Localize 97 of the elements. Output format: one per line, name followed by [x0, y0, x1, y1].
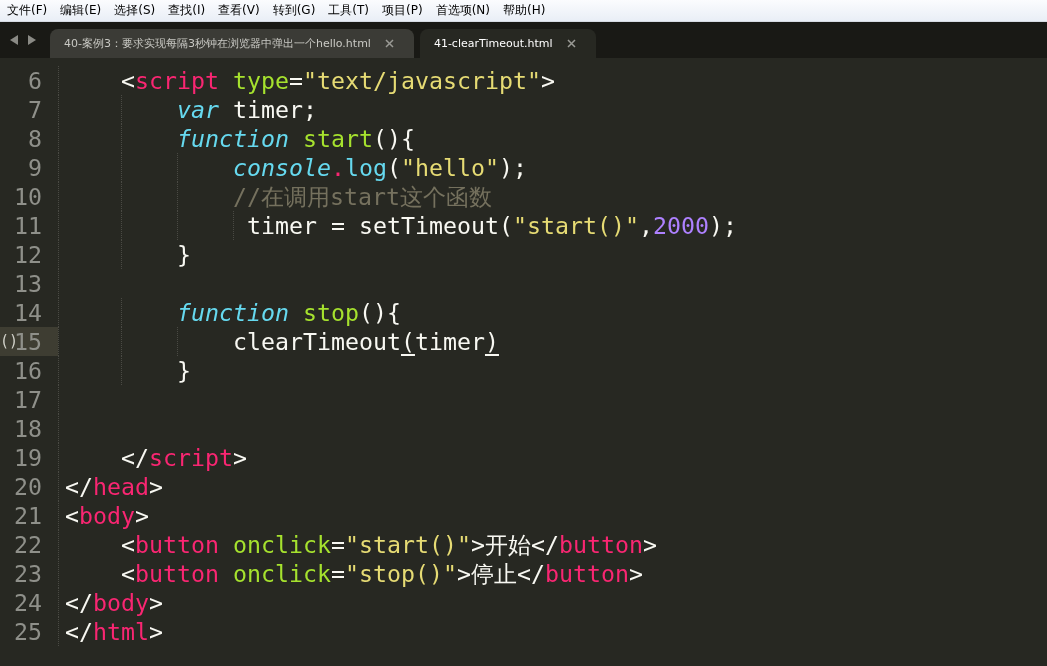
code-token: >开始</: [470, 531, 559, 558]
code-token: "start()": [512, 212, 639, 239]
code-token: </: [65, 589, 93, 616]
code-token: =: [331, 560, 345, 587]
code-token: "text/javascript": [303, 67, 541, 94]
code-token: .: [330, 154, 345, 181]
code-token: var: [177, 96, 219, 123]
line-number: 16: [13, 356, 43, 385]
code-token: );: [498, 154, 527, 181]
code-token: html: [93, 618, 149, 645]
code-token: </: [65, 473, 93, 500]
close-icon[interactable]: [566, 39, 576, 48]
code-token: }: [177, 241, 191, 268]
menu-item[interactable]: 首选项(N): [435, 2, 490, 19]
code-token: >: [149, 589, 163, 616]
code-token: button: [135, 560, 219, 587]
menu-item[interactable]: 查找(I): [168, 2, 206, 19]
close-icon[interactable]: [384, 39, 394, 48]
code-token: );: [708, 212, 737, 239]
line-number: 13: [13, 269, 43, 298]
code-token: >停止</: [456, 560, 545, 587]
code-token: <: [121, 67, 135, 94]
code-token: (){: [358, 299, 401, 326]
code-token: timer = setTimeout(: [247, 212, 513, 239]
code-token: ,: [638, 212, 653, 239]
code-token: console: [233, 154, 331, 181]
code-token: script: [135, 67, 219, 94]
menu-item[interactable]: 工具(T): [328, 2, 370, 19]
line-number: 25: [13, 617, 43, 646]
code-token: button: [558, 531, 643, 558]
code-token: =: [289, 67, 303, 94]
code-token: start: [302, 125, 373, 152]
line-number: 8: [27, 124, 43, 153]
menu-item[interactable]: 文件(F): [7, 2, 48, 19]
line-number: 11: [13, 211, 43, 240]
code-token: (: [400, 328, 415, 355]
code-token: ): [484, 328, 499, 355]
code-token: (: [386, 154, 401, 181]
line-number: 23: [13, 559, 43, 588]
code-token: "stop()": [345, 560, 457, 587]
line-number: 7: [27, 95, 43, 124]
code-token: head: [93, 473, 149, 500]
file-tab[interactable]: 41-clearTimeout.html: [419, 29, 596, 58]
line-number: 10: [13, 182, 43, 211]
code-token: >: [233, 444, 247, 471]
code-token: <: [121, 560, 135, 587]
code-token: <: [121, 531, 135, 558]
code-token: >: [540, 67, 555, 94]
menu-item[interactable]: 项目(P): [382, 2, 423, 19]
code-token: >: [149, 473, 163, 500]
code-token: 2000: [652, 212, 709, 239]
line-number: 12: [13, 240, 43, 269]
code-comment: //在调用start这个函数: [233, 183, 492, 210]
code-token: >: [628, 560, 643, 587]
code-token: stop: [302, 299, 359, 326]
code-token: button: [135, 531, 219, 558]
code-token: type: [233, 67, 289, 94]
code-token: script: [149, 444, 233, 471]
line-number: 18: [13, 414, 43, 443]
code-token: }: [177, 357, 191, 384]
line-number: 21: [13, 501, 43, 530]
line-number: 6: [27, 66, 43, 95]
menu-item[interactable]: 转到(G): [272, 2, 316, 19]
line-number: 9: [27, 153, 43, 182]
code-token: button: [544, 560, 629, 587]
line-number: 24: [13, 588, 43, 617]
code-token: "hello": [400, 154, 499, 181]
code-token: timer;: [233, 96, 317, 123]
code-token: (){: [372, 125, 415, 152]
code-token: function: [177, 125, 289, 152]
code-token: function: [177, 299, 289, 326]
code-token: =: [331, 531, 345, 558]
code-token: </: [65, 618, 93, 645]
line-number: 20: [13, 472, 43, 501]
menu-item[interactable]: 帮助(H): [503, 2, 546, 19]
line-number: 17: [13, 385, 43, 414]
code-token: onclick: [233, 560, 331, 587]
code-token: >: [149, 618, 163, 645]
code-token: <: [65, 502, 79, 529]
code-token: body: [79, 502, 135, 529]
code-token: >: [135, 502, 149, 529]
code-token: "start()": [345, 531, 471, 558]
code-token: body: [93, 589, 149, 616]
tab-navigation-arrows-icon[interactable]: [8, 34, 38, 46]
line-number: 22: [13, 530, 43, 559]
code-token: log: [344, 154, 387, 181]
code-token: clearTimeout: [233, 328, 401, 355]
code-token: timer: [414, 328, 485, 355]
code-token: </: [121, 444, 149, 471]
file-tab[interactable]: 40-案例3：要求实现每隔3秒钟在浏览器中弹出一个hello.html: [50, 29, 414, 58]
line-number: 14: [13, 298, 43, 327]
menu-item[interactable]: 选择(S): [114, 2, 156, 19]
code-token: >: [642, 531, 657, 558]
line-number: 19: [13, 443, 43, 472]
menu-item[interactable]: 编辑(E): [60, 2, 102, 19]
menu-item[interactable]: 查看(V): [218, 2, 260, 19]
code-token: onclick: [233, 531, 331, 558]
